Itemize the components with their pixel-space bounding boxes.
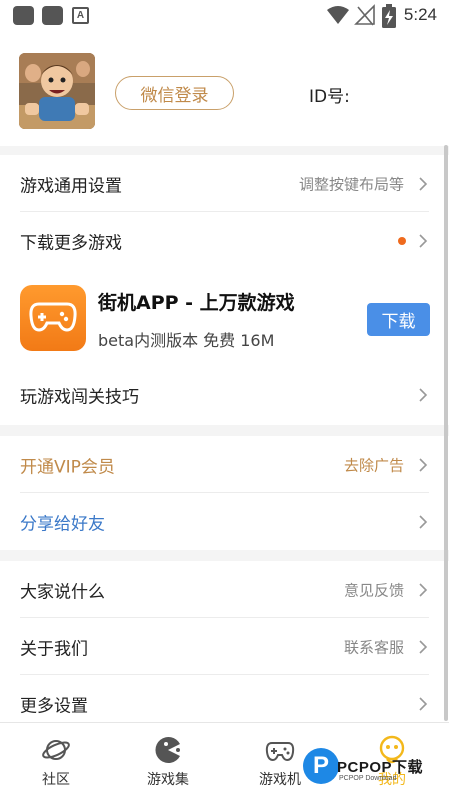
status-bar: A 5:24: [0, 0, 449, 32]
app-promo[interactable]: 街机APP - 上万款游戏 beta内测版本 免费 16M 下载: [0, 269, 449, 366]
menu-item-label: 更多设置: [20, 696, 88, 716]
chevron-right-icon: [419, 387, 428, 402]
app-square-icon: [42, 6, 63, 25]
menu-item-hint: 调整按键布局等: [298, 175, 404, 193]
menu-item-tips[interactable]: 玩游戏闯关技巧: [0, 366, 449, 423]
menu-item-hint: 意见反馈: [343, 581, 404, 599]
chevron-right-icon: [419, 176, 428, 191]
menu-item-feedback[interactable]: 大家说什么 意见反馈: [0, 561, 449, 618]
chevron-right-icon: [419, 457, 428, 472]
menu-section-main: 游戏通用设置 调整按键布局等 下载更多游戏 街机APP - 上万款游戏 beta…: [0, 155, 449, 425]
scrollbar[interactable]: [444, 145, 448, 721]
tab-label: 游戏集: [147, 772, 189, 788]
chevron-right-icon: [419, 233, 428, 248]
arcade-app-icon: [20, 285, 86, 351]
avatar-image: [19, 53, 95, 129]
clock: 5:24: [403, 5, 437, 24]
chevron-right-icon: [419, 514, 428, 529]
menu-item-label: 游戏通用设置: [20, 176, 122, 196]
battery-charging-icon: [382, 4, 396, 28]
wechat-login-button[interactable]: 微信登录: [115, 76, 234, 110]
menu-section-other: 大家说什么 意见反馈 关于我们 联系客服 更多设置: [0, 561, 449, 722]
menu-section-vip: 开通VIP会员 去除广告 分享给好友: [0, 436, 449, 550]
app-promo-title: 街机APP - 上万款游戏: [98, 292, 295, 314]
watermark-subtext: PCPOP Download: [339, 775, 397, 782]
menu-item-general-settings[interactable]: 游戏通用设置 调整按键布局等: [0, 155, 449, 212]
planet-icon: [42, 740, 70, 760]
menu-item-label: 下载更多游戏: [20, 233, 122, 253]
chevron-right-icon: [419, 696, 428, 711]
menu-item-share[interactable]: 分享给好友: [0, 493, 449, 550]
menu-item-download-more[interactable]: 下载更多游戏: [0, 212, 449, 269]
tab-game-collection[interactable]: 游戏集: [123, 723, 213, 800]
wifi-icon: [327, 6, 349, 24]
gamepad-icon: [29, 302, 77, 332]
a-icon: A: [72, 7, 89, 24]
tab-label: 社区: [42, 772, 70, 788]
menu-item-label: 分享给好友: [20, 514, 105, 534]
tab-community[interactable]: 社区: [11, 723, 101, 800]
profile-header: 微信登录 ID号:: [0, 32, 449, 146]
app-promo-subtitle: beta内测版本 免费 16M: [98, 331, 275, 350]
menu-item-label: 玩游戏闯关技巧: [20, 387, 139, 407]
pacman-icon: [155, 737, 180, 763]
menu-item-hint: 去除广告: [343, 456, 404, 474]
chevron-right-icon: [419, 639, 428, 654]
menu-item-label: 开通VIP会员: [20, 457, 115, 477]
app-square-icon: [13, 6, 34, 25]
avatar[interactable]: [19, 53, 95, 129]
pcpop-watermark: P PCPOP下载 PCPOP Download: [303, 748, 449, 794]
menu-item-label: 大家说什么: [20, 582, 105, 602]
menu-item-hint: 联系客服: [343, 638, 404, 656]
user-id-label: ID号:: [309, 87, 350, 107]
download-button[interactable]: 下载: [367, 303, 430, 336]
menu-item-about[interactable]: 关于我们 联系客服: [0, 618, 449, 675]
no-signal-icon: [354, 4, 375, 26]
watermark-brand: PCPOP下载: [337, 759, 424, 776]
chevron-right-icon: [419, 582, 428, 597]
notification-dot: [398, 236, 406, 245]
menu-item-vip[interactable]: 开通VIP会员 去除广告: [0, 436, 449, 493]
gamepad-icon: [265, 742, 295, 762]
menu-item-label: 关于我们: [20, 639, 88, 659]
pcpop-logo: P: [303, 748, 339, 784]
